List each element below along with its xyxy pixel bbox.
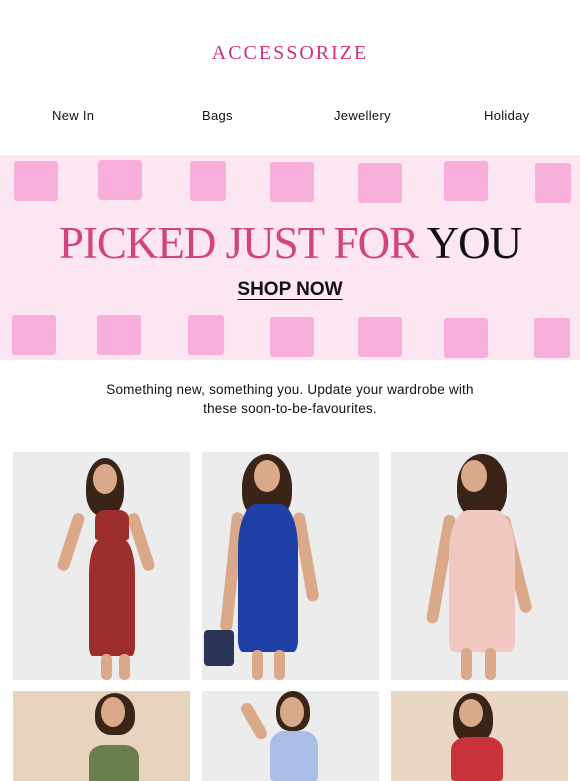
nav-item-new-in[interactable]: New In: [52, 108, 94, 123]
nav-item-bags[interactable]: Bags: [202, 108, 233, 123]
pink-swatch-decoration: [98, 160, 142, 200]
product-card-red-floral-dress[interactable]: [391, 691, 568, 781]
nav-item-holiday[interactable]: Holiday: [484, 108, 529, 123]
pink-swatch-decoration: [444, 318, 488, 358]
nav-item-jewellery[interactable]: Jewellery: [334, 108, 391, 123]
banner-headline: PICKED JUST FOR YOU: [0, 217, 580, 269]
pink-swatch-decoration: [97, 315, 141, 355]
intro-line-2: these soon-to-be-favourites.: [203, 401, 377, 416]
product-card-green-top[interactable]: [13, 691, 190, 781]
pink-swatch-decoration: [12, 315, 56, 355]
pink-swatch-decoration: [534, 318, 570, 358]
shop-now-link[interactable]: SHOP NOW: [237, 279, 342, 300]
pink-swatch-decoration: [444, 161, 488, 201]
product-card-red-print-dress[interactable]: [13, 452, 190, 680]
banner-headline-pink: PICKED JUST FOR: [58, 218, 427, 268]
intro-text: Something new, something you. Update you…: [80, 380, 500, 418]
product-card-blue-smocked-dress[interactable]: [202, 691, 379, 781]
product-image: [391, 452, 568, 680]
main-nav: New In Bags Jewellery Holiday: [0, 108, 580, 126]
pink-swatch-decoration: [14, 161, 58, 201]
pink-swatch-decoration: [358, 163, 402, 203]
product-image: [13, 691, 190, 781]
pink-swatch-decoration: [190, 161, 226, 201]
banner-headline-dark: YOU: [426, 218, 522, 268]
pink-swatch-decoration: [270, 317, 314, 357]
product-card-blue-dress[interactable]: [202, 452, 379, 680]
hero-banner[interactable]: PICKED JUST FOR YOU SHOP NOW: [0, 155, 580, 360]
brand-logo[interactable]: ACCESSORIZE: [0, 42, 580, 65]
product-image: [391, 691, 568, 781]
pink-swatch-decoration: [535, 163, 571, 203]
pink-swatch-decoration: [188, 315, 224, 355]
product-image: [202, 452, 379, 680]
product-card-floral-dress[interactable]: [391, 452, 568, 680]
intro-line-1: Something new, something you. Update you…: [106, 382, 474, 397]
pink-swatch-decoration: [270, 162, 314, 202]
product-image: [13, 452, 190, 680]
pink-swatch-decoration: [358, 317, 402, 357]
product-image: [202, 691, 379, 781]
